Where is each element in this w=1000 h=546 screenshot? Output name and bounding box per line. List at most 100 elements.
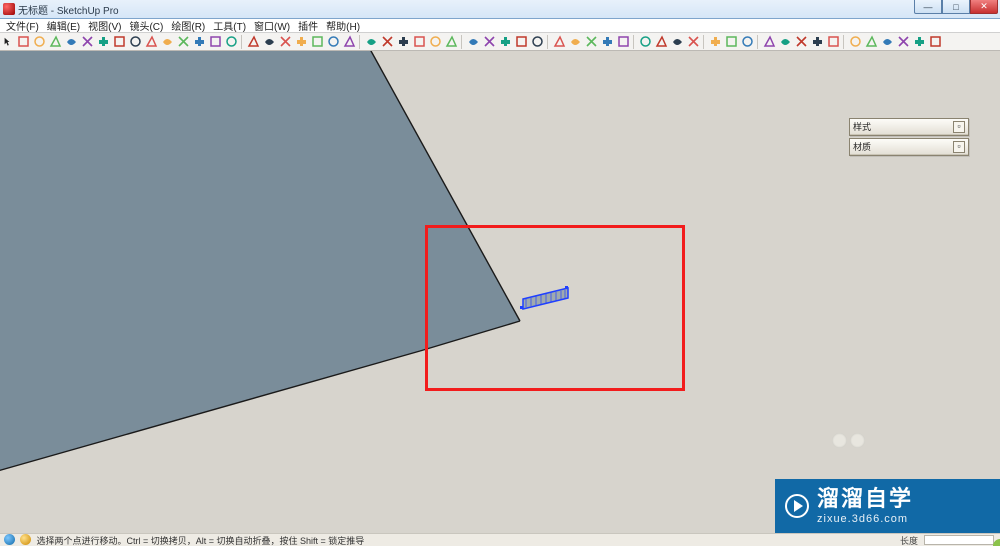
cut-tool-icon[interactable] xyxy=(880,35,894,49)
walk-tool-icon[interactable] xyxy=(708,35,722,49)
orbit-tool-icon[interactable] xyxy=(246,35,260,49)
window-titlebar: 无标题 - SketchUp Pro — □ ✕ xyxy=(0,0,1000,19)
menu-item[interactable]: 文件(F) xyxy=(3,18,42,33)
measurement-input[interactable] xyxy=(924,535,994,545)
right-tool-icon[interactable] xyxy=(412,35,426,49)
watermark: 溜溜自学 zixue.3d66.com xyxy=(775,479,1000,533)
axes-tool-icon[interactable] xyxy=(482,35,496,49)
front-tool-icon[interactable] xyxy=(396,35,410,49)
layers-tool-icon[interactable] xyxy=(552,35,566,49)
copy-tool-icon[interactable] xyxy=(896,35,910,49)
eraser-tool-icon[interactable] xyxy=(112,35,126,49)
toolbar xyxy=(0,33,1000,51)
status-hint: 选择两个点进行移动。Ctrl = 切换拷贝，Alt = 切换自动折叠，按住 Sh… xyxy=(37,534,365,546)
styles-panel[interactable]: 样式 ▫ xyxy=(849,118,969,136)
∿-tool-icon[interactable] xyxy=(96,35,110,49)
menu-item[interactable]: 绘图(R) xyxy=(168,18,208,33)
panel-collapse-icon[interactable]: ▫ xyxy=(953,141,965,153)
toolbar-separator xyxy=(843,35,845,49)
model-viewport[interactable]: 样式 ▫ 材质 ▫ xyxy=(0,51,1000,533)
zoom-extents-tool-icon[interactable] xyxy=(294,35,308,49)
toolbar-separator xyxy=(241,35,243,49)
menu-item[interactable]: 插件 xyxy=(295,18,321,33)
minimize-button[interactable]: — xyxy=(914,0,942,14)
window-title: 无标题 - SketchUp Pro xyxy=(18,2,119,17)
menu-bar: 文件(F)编辑(E)视图(V)镜头(C)绘图(R)工具(T)窗口(W)插件帮助(… xyxy=(0,19,1000,33)
next-tool-icon[interactable] xyxy=(342,35,356,49)
rect-tool-icon[interactable] xyxy=(48,35,62,49)
fog-tool-icon[interactable] xyxy=(654,35,668,49)
watermark-url: zixue.3d66.com xyxy=(817,513,913,525)
export-tool-icon[interactable] xyxy=(810,35,824,49)
left-tool-icon[interactable] xyxy=(444,35,458,49)
print-tool-icon[interactable] xyxy=(826,35,840,49)
zoom-window-tool-icon[interactable] xyxy=(310,35,324,49)
styles-tool-icon[interactable] xyxy=(616,35,630,49)
menu-item[interactable]: 视图(V) xyxy=(85,18,124,33)
measurement-label: 长度 xyxy=(900,534,918,546)
styles-panel-title: 样式 xyxy=(853,120,871,133)
play-icon xyxy=(785,494,809,518)
pan-tool-icon[interactable] xyxy=(262,35,276,49)
rotate-tool-icon[interactable] xyxy=(192,35,206,49)
select-tool-icon[interactable] xyxy=(16,35,30,49)
redo-tool-icon[interactable] xyxy=(864,35,878,49)
3dtext-tool-icon[interactable] xyxy=(530,35,544,49)
outliner-tool-icon[interactable] xyxy=(568,35,582,49)
circle-tool-icon[interactable] xyxy=(64,35,78,49)
pushpull-tool-icon[interactable] xyxy=(160,35,174,49)
zoom-tool-icon[interactable] xyxy=(278,35,292,49)
menu-item[interactable]: 工具(T) xyxy=(210,18,249,33)
text-tool-icon[interactable] xyxy=(514,35,528,49)
paint-tool-icon[interactable] xyxy=(144,35,158,49)
materials-panel[interactable]: 材质 ▫ xyxy=(849,138,969,156)
position-tool-icon[interactable] xyxy=(740,35,754,49)
share-tool-icon[interactable] xyxy=(794,35,808,49)
menu-item[interactable]: 编辑(E) xyxy=(44,18,83,33)
line-tool-icon[interactable] xyxy=(32,35,46,49)
shadow-tool-icon[interactable] xyxy=(638,35,652,49)
tape-tool-icon[interactable] xyxy=(128,35,142,49)
section-tool-icon[interactable] xyxy=(466,35,480,49)
components-tool-icon[interactable] xyxy=(584,35,598,49)
panel-collapse-icon[interactable]: ▫ xyxy=(953,121,965,133)
close-button[interactable]: ✕ xyxy=(970,0,998,14)
lookaround-tool-icon[interactable] xyxy=(724,35,738,49)
arc-tool-icon[interactable] xyxy=(80,35,94,49)
iso-tool-icon[interactable] xyxy=(364,35,378,49)
paste-tool-icon[interactable] xyxy=(912,35,926,49)
materials-panel-title: 材质 xyxy=(853,140,871,153)
menu-item[interactable]: 窗口(W) xyxy=(251,18,293,33)
hidden-tool-icon[interactable] xyxy=(686,35,700,49)
menu-item[interactable]: 帮助(H) xyxy=(323,18,363,33)
prev-tool-icon[interactable] xyxy=(326,35,340,49)
materials-tool-icon[interactable] xyxy=(600,35,614,49)
figure-placeholder xyxy=(832,433,865,448)
toolbar-separator xyxy=(547,35,549,49)
scale-tool-icon[interactable] xyxy=(208,35,222,49)
move-tool-icon[interactable] xyxy=(176,35,190,49)
dim-tool-icon[interactable] xyxy=(498,35,512,49)
addloc-tool-icon[interactable] xyxy=(762,35,776,49)
undo-tool-icon[interactable] xyxy=(848,35,862,49)
status-icons xyxy=(4,534,33,546)
styles-panel-header[interactable]: 样式 ▫ xyxy=(850,119,968,135)
window-controls: — □ ✕ xyxy=(914,0,998,14)
getmodels-tool-icon[interactable] xyxy=(778,35,792,49)
xray-tool-icon[interactable] xyxy=(670,35,684,49)
toolbar-separator xyxy=(703,35,705,49)
delete-tool-icon[interactable] xyxy=(928,35,942,49)
cursor-arrow-icon[interactable] xyxy=(2,35,12,49)
watermark-title: 溜溜自学 xyxy=(817,487,913,511)
help-icon[interactable] xyxy=(4,534,15,545)
materials-panel-header[interactable]: 材质 ▫ xyxy=(850,139,968,155)
menu-item[interactable]: 镜头(C) xyxy=(126,18,166,33)
user-icon[interactable] xyxy=(20,534,31,545)
offset-tool-icon[interactable] xyxy=(224,35,238,49)
top-tool-icon[interactable] xyxy=(380,35,394,49)
toolbar-separator xyxy=(757,35,759,49)
resize-grip-icon[interactable] xyxy=(988,534,1000,546)
toolbar-separator xyxy=(461,35,463,49)
back-tool-icon[interactable] xyxy=(428,35,442,49)
maximize-button[interactable]: □ xyxy=(942,0,970,14)
